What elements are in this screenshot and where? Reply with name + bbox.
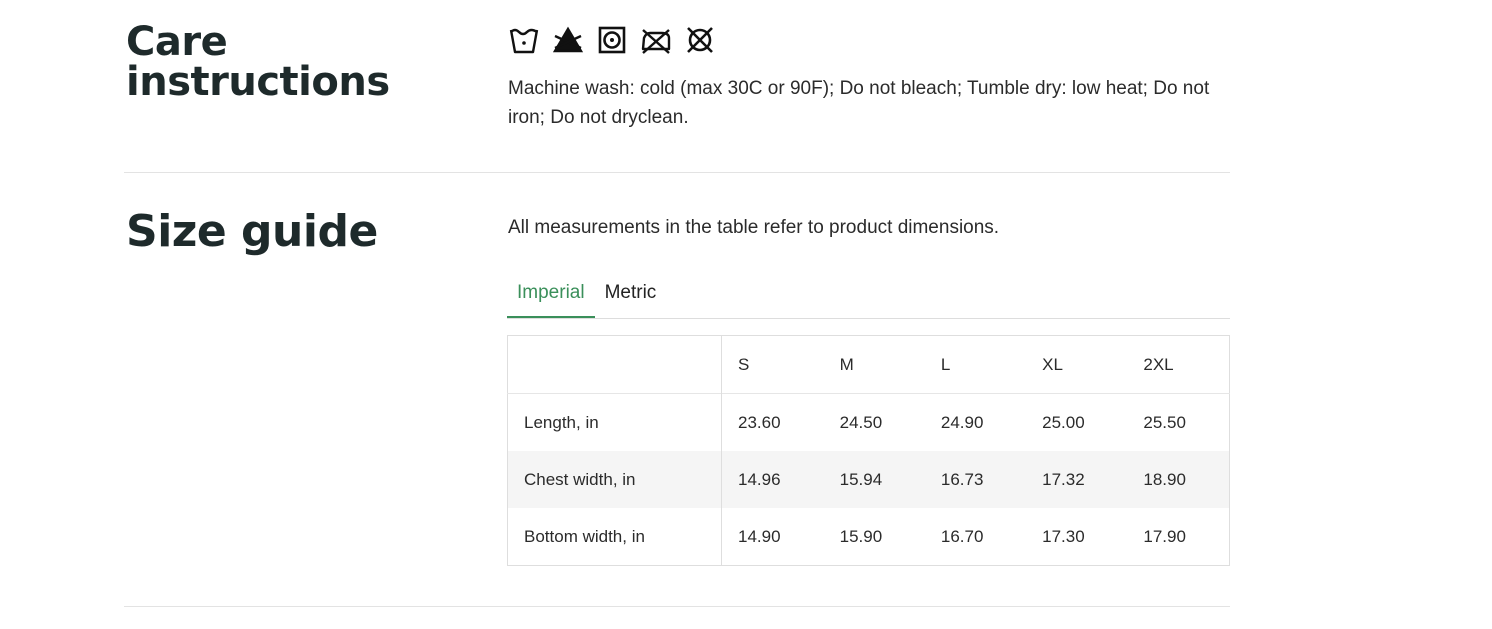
table-cell: 17.32: [1042, 469, 1085, 489]
section-divider: [124, 606, 1230, 607]
table-cell: 16.70: [940, 526, 984, 546]
size-table: S M L XL 2XL Length, in 23.60 24.50 24.9…: [507, 335, 1230, 566]
table-cell: 17.90: [1143, 526, 1186, 546]
row-label: Length, in: [507, 393, 722, 451]
table-cell: 14.96: [738, 469, 781, 489]
table-cell: 17.30: [1042, 526, 1085, 546]
row-label: Bottom width, in: [507, 508, 722, 566]
table-cell: 18.90: [1143, 469, 1186, 489]
table-cell: 24.90: [940, 412, 984, 432]
table-cell: 15.90: [839, 526, 883, 546]
table-cell: 24.50: [839, 412, 883, 432]
do-not-dryclean-icon: [687, 27, 713, 53]
table-header-cell: XL: [1042, 354, 1063, 374]
table-cell: 16.73: [940, 469, 984, 489]
care-instructions-text: Machine wash: cold (max 30C or 90F); Do …: [508, 78, 1210, 128]
table-cell: 25.50: [1143, 412, 1186, 432]
table-row: Bottom width, in 14.90 15.90 16.70 17.30…: [507, 508, 1230, 566]
table-cell: 14.90: [738, 526, 781, 546]
row-label: Chest width, in: [507, 451, 722, 508]
table-header-cell: M: [839, 354, 854, 374]
table-header-row: S M L XL 2XL: [507, 335, 1230, 394]
table-cell: 25.00: [1042, 412, 1085, 432]
do-not-iron-icon: [641, 29, 671, 54]
care-icons-row: [508, 24, 716, 56]
section-divider: [124, 172, 1230, 173]
table-header-cell: 2XL: [1143, 354, 1174, 374]
wash-cold-icon: [509, 28, 539, 54]
tab-metric[interactable]: Metric: [595, 272, 667, 318]
table-header-cell: L: [940, 354, 951, 374]
tab-imperial[interactable]: Imperial: [507, 272, 595, 318]
table-header-cell: [507, 335, 722, 394]
tumble-dry-low-icon: [598, 26, 626, 54]
care-instructions-title: Care instructions: [126, 19, 390, 105]
table-cell: 15.94: [839, 469, 883, 489]
table-row: Length, in 23.60 24.50 24.90 25.00 25.50: [507, 393, 1230, 451]
table-cell: 23.60: [738, 412, 781, 432]
unit-tabs: Imperial Metric: [507, 272, 1230, 319]
size-guide-title: Size guide: [126, 206, 378, 257]
table-row: Chest width, in 14.96 15.94 16.73 17.32 …: [507, 451, 1230, 508]
size-guide-description: All measurements in the table refer to p…: [508, 217, 1000, 238]
do-not-bleach-icon: [552, 26, 584, 53]
table-header-cell: S: [738, 354, 750, 374]
